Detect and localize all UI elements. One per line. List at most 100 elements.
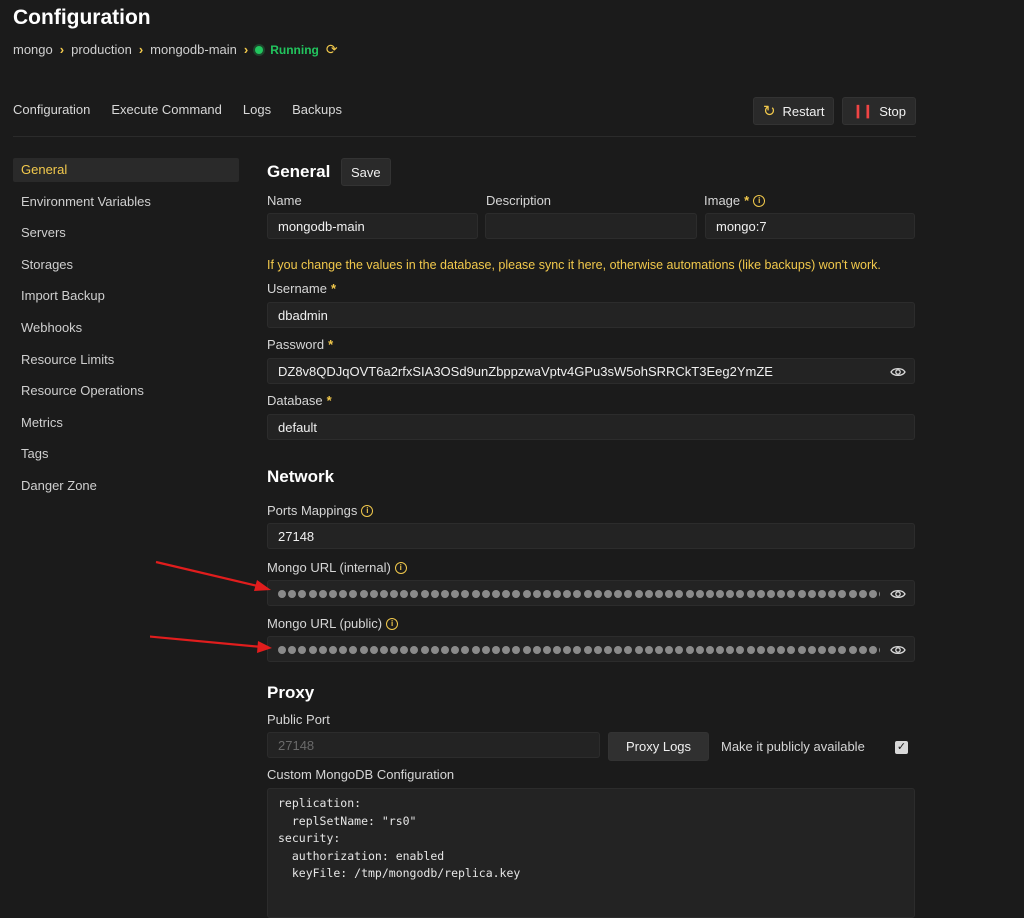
sync-warning: If you change the values in the database… bbox=[267, 258, 881, 272]
breadcrumb-item-resource[interactable]: mongodb-main bbox=[150, 42, 237, 57]
tab-execute-command[interactable]: Execute Command bbox=[111, 102, 222, 117]
sidebar-item-metrics[interactable]: Metrics bbox=[13, 411, 239, 435]
info-icon[interactable]: i bbox=[386, 617, 399, 630]
mask-dot bbox=[848, 590, 857, 598]
password-value: DZ8v8QDJqOVT6a2rfxSIA3OSd9unZbppzwaVptv4… bbox=[278, 364, 773, 379]
mask-dot bbox=[298, 646, 307, 654]
mask-dot bbox=[879, 590, 880, 598]
eye-icon[interactable] bbox=[890, 586, 906, 602]
refresh-icon[interactable]: ⟳ bbox=[326, 41, 338, 58]
custom-config-editor[interactable]: replication: replSetName: "rs0" security… bbox=[267, 788, 915, 918]
public-port-input[interactable]: 27148 bbox=[267, 732, 600, 758]
mask-dot bbox=[756, 646, 765, 654]
mongo-url-internal-input[interactable] bbox=[267, 580, 915, 606]
tab-configuration[interactable]: Configuration bbox=[13, 102, 90, 117]
stop-icon: ❙❙ bbox=[852, 103, 873, 118]
required-mark: * bbox=[328, 337, 334, 352]
sidebar-item-tags[interactable]: Tags bbox=[13, 442, 239, 466]
mask-dot bbox=[817, 590, 826, 598]
mask-dot bbox=[583, 646, 592, 654]
mask-dot bbox=[441, 646, 449, 654]
mask-dot bbox=[787, 590, 796, 598]
restart-label: Restart bbox=[782, 103, 825, 119]
required-mark: * bbox=[326, 393, 332, 408]
info-icon[interactable]: i bbox=[753, 194, 766, 207]
mask-dot bbox=[879, 646, 880, 654]
mask-dot bbox=[644, 646, 653, 654]
breadcrumb-item-environment[interactable]: production bbox=[71, 42, 132, 57]
eye-icon[interactable] bbox=[890, 364, 906, 380]
public-toggle-checkbox[interactable]: ✓ bbox=[895, 741, 908, 754]
status-dot-icon bbox=[255, 45, 264, 54]
mask-dot bbox=[716, 646, 725, 654]
image-input[interactable]: mongo:7 bbox=[705, 213, 915, 239]
password-input[interactable]: DZ8v8QDJqOVT6a2rfxSIA3OSd9unZbppzwaVptv4… bbox=[267, 358, 915, 384]
mask-dot bbox=[614, 646, 623, 654]
eye-icon[interactable] bbox=[890, 642, 906, 658]
mask-dot bbox=[512, 590, 521, 598]
description-input[interactable] bbox=[485, 213, 697, 239]
breadcrumb-item-project[interactable]: mongo bbox=[13, 42, 53, 57]
mask-dot bbox=[553, 646, 562, 654]
tab-logs[interactable]: Logs bbox=[243, 102, 271, 117]
mask-dot bbox=[328, 646, 337, 654]
mask-dot bbox=[420, 590, 429, 598]
mask-dot bbox=[369, 646, 378, 654]
ports-mappings-label: Ports Mappings i bbox=[267, 503, 374, 518]
mask-dot bbox=[736, 590, 745, 598]
chevron-right-icon: › bbox=[243, 42, 249, 57]
mask-dot bbox=[593, 590, 602, 598]
sidebar-item-storages[interactable]: Storages bbox=[13, 253, 239, 277]
username-input[interactable]: dbadmin bbox=[267, 302, 915, 328]
mask-dot bbox=[339, 590, 348, 598]
tab-backups[interactable]: Backups bbox=[292, 102, 342, 117]
general-heading: General bbox=[267, 162, 331, 181]
sidebar-item-resource-limits[interactable]: Resource Limits bbox=[13, 348, 239, 372]
proxy-logs-button[interactable]: Proxy Logs bbox=[608, 732, 710, 761]
username-label: Username * bbox=[267, 281, 337, 296]
name-input[interactable]: mongodb-main bbox=[267, 213, 478, 239]
info-icon[interactable]: i bbox=[361, 504, 374, 517]
mask-dot bbox=[797, 590, 806, 598]
mask-dot bbox=[695, 590, 704, 598]
mask-dot bbox=[359, 590, 368, 598]
mask-dot bbox=[685, 590, 694, 598]
mask-dot bbox=[787, 646, 796, 654]
sidebar-item-servers[interactable]: Servers bbox=[13, 221, 239, 245]
mask-dot bbox=[705, 590, 714, 598]
mask-dot bbox=[848, 646, 857, 654]
mask-dot bbox=[828, 590, 837, 598]
sidebar-item-danger-zone[interactable]: Danger Zone bbox=[13, 474, 239, 498]
mask-dot bbox=[767, 590, 775, 598]
page-title: Configuration bbox=[13, 6, 151, 29]
stop-button[interactable]: ❙❙ Stop bbox=[842, 97, 916, 125]
mask-dot bbox=[634, 590, 643, 598]
public-toggle-label: Make it publicly available bbox=[721, 739, 865, 754]
sidebar-item-general[interactable]: General bbox=[13, 158, 239, 182]
image-label: Image * i bbox=[704, 193, 766, 208]
ports-mappings-input[interactable]: 27148 bbox=[267, 523, 915, 549]
mask-dot bbox=[532, 646, 541, 654]
mongo-url-public-input[interactable] bbox=[267, 636, 915, 662]
mask-dot bbox=[390, 646, 399, 654]
info-icon[interactable]: i bbox=[394, 561, 407, 574]
mask-dot bbox=[502, 590, 511, 598]
mask-dot bbox=[502, 646, 511, 654]
save-button[interactable]: Save bbox=[341, 158, 391, 186]
mask-dot bbox=[746, 590, 755, 598]
restart-button[interactable]: ↻ Restart bbox=[752, 97, 835, 125]
sidebar-item-webhooks[interactable]: Webhooks bbox=[13, 316, 239, 340]
sidebar-item-resource-operations[interactable]: Resource Operations bbox=[13, 379, 239, 403]
database-input[interactable]: default bbox=[267, 414, 915, 440]
mask-dot bbox=[838, 646, 847, 654]
tab-bar: Configuration Execute Command Logs Backu… bbox=[13, 102, 342, 117]
mask-dot bbox=[807, 590, 816, 598]
mask-dot bbox=[604, 590, 612, 598]
public-port-label: Public Port bbox=[267, 712, 330, 727]
mask-dot bbox=[471, 590, 480, 598]
mask-dot bbox=[756, 590, 765, 598]
sidebar-item-import-backup[interactable]: Import Backup bbox=[13, 284, 239, 308]
mask-dot bbox=[379, 646, 388, 654]
sidebar-item-environment-variables[interactable]: Environment Variables bbox=[13, 190, 239, 214]
sidebar: General Environment Variables Servers St… bbox=[13, 158, 239, 506]
